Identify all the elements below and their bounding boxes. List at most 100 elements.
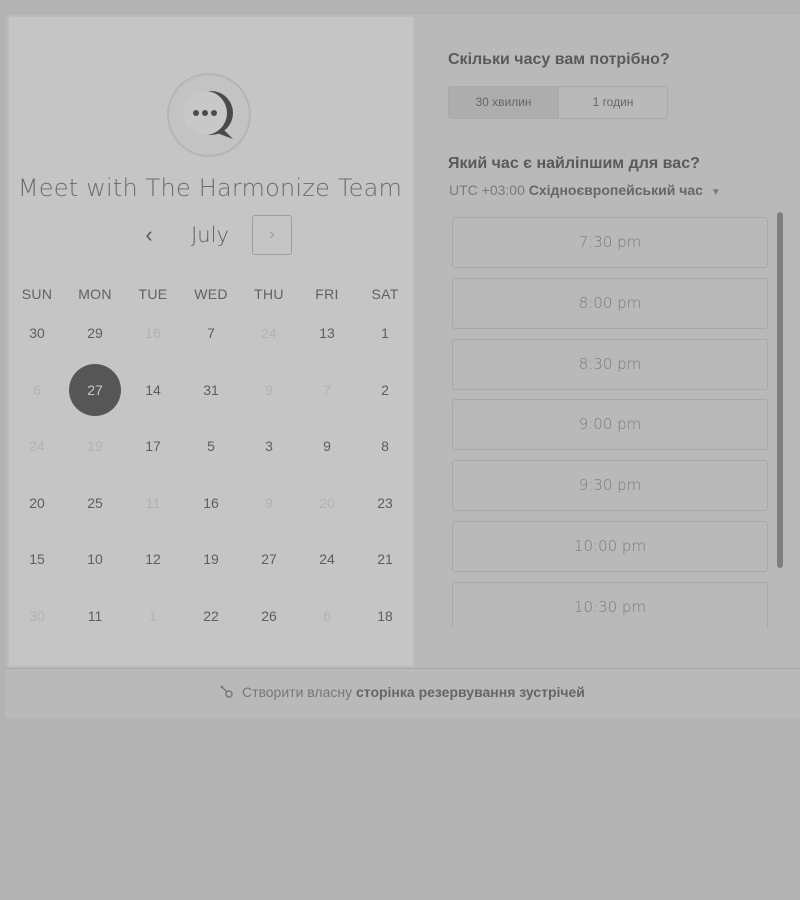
calendar-day-number: 16 xyxy=(145,325,161,341)
weekday-label: WED xyxy=(194,286,228,302)
weekday-label: SUN xyxy=(21,286,53,302)
calendar-day-number: 25 xyxy=(87,494,103,511)
calendar-day[interactable]: 14 xyxy=(124,362,182,418)
calendar-day-number: 29 xyxy=(87,325,103,341)
calendar-day[interactable]: 21 xyxy=(356,531,414,587)
calendar-day: 6 xyxy=(298,588,356,644)
time-slot-button[interactable]: 10:30 pm xyxy=(452,581,768,627)
calendar-day: 7 xyxy=(298,362,356,418)
calendar-day-number: 1 xyxy=(381,325,389,341)
calendar-day-number: 22 xyxy=(203,607,219,624)
calendar-day[interactable]: 9 xyxy=(298,418,356,474)
calendar-day-number: 24 xyxy=(319,551,335,567)
calendar-day-number: 7 xyxy=(323,381,331,398)
calendar-day[interactable]: 3 xyxy=(240,418,298,474)
calendar-day-number: 24 xyxy=(29,438,45,454)
time-slot-scrollbar[interactable] xyxy=(777,212,783,568)
time-slot-button[interactable]: 9:00 pm xyxy=(452,399,768,451)
calendar-day: 11 xyxy=(124,475,182,531)
calendar-day-number: 20 xyxy=(29,494,45,511)
calendar-day-number: 16 xyxy=(203,494,219,511)
calendar-day-number: 21 xyxy=(377,551,393,567)
time-slot-button[interactable]: 8:30 pm xyxy=(452,338,768,390)
calendar-day-number: 31 xyxy=(203,381,219,398)
calendar-day-number: 3 xyxy=(265,438,273,454)
calendar-day-number: 7 xyxy=(207,325,215,341)
calendar-day-number: 27 xyxy=(261,551,277,567)
calendar-day[interactable]: 23 xyxy=(356,475,414,531)
calendar-day-number: 8 xyxy=(381,438,389,454)
time-slot-button[interactable]: 8:00 pm xyxy=(452,277,768,329)
page-title: Meet with The Harmonize Team xyxy=(17,174,403,202)
calendar-day[interactable]: 31 xyxy=(182,362,240,418)
timezone-name: Східноєвропейський час xyxy=(528,182,703,198)
time-slot-button[interactable]: 7:30 pm xyxy=(452,217,768,268)
calendar-day[interactable]: 11 xyxy=(66,588,124,644)
calendar-day[interactable]: 5 xyxy=(182,418,240,474)
chat-bubble-icon xyxy=(183,91,233,139)
timezone-offset: UTC +03:00 xyxy=(449,182,525,198)
footer: Створити власну сторінка резервування зу… xyxy=(5,670,800,716)
calendar-day[interactable]: 7 xyxy=(182,305,240,361)
calendar-day-selected[interactable]: 27 xyxy=(66,362,124,418)
prev-month-button[interactable]: ‹ xyxy=(136,223,162,249)
calendar-day[interactable]: 20 xyxy=(8,475,66,531)
calendar-day[interactable]: 12 xyxy=(124,531,182,587)
calendar-day-number: 6 xyxy=(33,381,41,398)
calendar-day[interactable]: 2 xyxy=(356,362,414,418)
calendar-day: 24 xyxy=(240,305,298,361)
footer-link[interactable]: сторінка резервування зустрічей xyxy=(356,684,585,700)
calendar-day[interactable]: 16 xyxy=(182,475,240,531)
calendar-day-number: 11 xyxy=(87,607,103,624)
calendar-day-number: 18 xyxy=(377,607,393,624)
calendar-day: 9 xyxy=(240,475,298,531)
calendar-day[interactable]: 15 xyxy=(8,531,66,587)
calendar-day[interactable]: 1 xyxy=(356,305,414,361)
weekday-label: SAT xyxy=(371,286,399,302)
weekday-label: TUE xyxy=(138,286,168,302)
calendar-day: 1 xyxy=(124,588,182,644)
calendar-day: 19 xyxy=(66,418,124,474)
calendar-day-number: 20 xyxy=(319,494,335,511)
calendar-day-number: 14 xyxy=(145,381,161,398)
calendar-day: 30 xyxy=(8,588,66,644)
calendar-day-number: 30 xyxy=(29,607,45,624)
calendar-day[interactable]: 17 xyxy=(124,418,182,474)
calendar-day-number: 19 xyxy=(87,438,103,454)
duration-option-30min[interactable]: 30 хвилин xyxy=(449,87,558,118)
team-logo xyxy=(167,73,251,157)
calendar-day-number: 23 xyxy=(377,494,393,511)
calendar-day-number: 27 xyxy=(69,363,121,416)
calendar-day-number: 17 xyxy=(145,438,161,454)
duration-selector: 30 хвилин 1 годин xyxy=(448,86,668,119)
footer-prefix: Створити власну xyxy=(241,684,353,700)
calendar-day-number: 5 xyxy=(207,438,215,454)
calendar-day-number: 11 xyxy=(145,494,161,511)
calendar-day: 24 xyxy=(8,418,66,474)
calendar-day-number: 19 xyxy=(203,551,219,567)
calendar-day[interactable]: 19 xyxy=(182,531,240,587)
time-slot-button[interactable]: 9:30 pm xyxy=(452,460,768,512)
time-question: Який час є найліпшим для вас? xyxy=(448,155,700,172)
calendar-day[interactable]: 13 xyxy=(298,305,356,361)
calendar-day-number: 6 xyxy=(323,607,331,624)
calendar-day[interactable]: 27 xyxy=(240,531,298,587)
calendar-day[interactable]: 18 xyxy=(356,588,414,644)
calendar-day[interactable]: 30 xyxy=(8,305,66,361)
calendar-day[interactable]: 24 xyxy=(298,531,356,587)
calendar-day[interactable]: 25 xyxy=(66,475,124,531)
timezone-selector[interactable]: UTC +03:00 Східноєвропейський час ▼ xyxy=(449,182,721,198)
calendar-day-number: 9 xyxy=(265,381,273,398)
next-month-button[interactable]: › xyxy=(252,215,292,255)
calendar-day[interactable]: 26 xyxy=(240,588,298,644)
calendar-day[interactable]: 29 xyxy=(66,305,124,361)
time-slot-button[interactable]: 10:00 pm xyxy=(452,521,768,572)
calendar-day[interactable]: 8 xyxy=(356,418,414,474)
calendar-day[interactable]: 10 xyxy=(66,531,124,587)
month-label: July xyxy=(191,223,229,247)
calendar-day-number: 2 xyxy=(381,381,389,398)
calendar-grid: 30 29 16 7 24 13 1 6 27 14 31 9 7 2 24 19 17 5 3 9 8 20 25 11 16… xyxy=(8,305,414,645)
calendar-day-number: 12 xyxy=(145,551,161,567)
calendar-day[interactable]: 22 xyxy=(182,588,240,644)
duration-option-1hour[interactable]: 1 годин xyxy=(559,87,667,118)
